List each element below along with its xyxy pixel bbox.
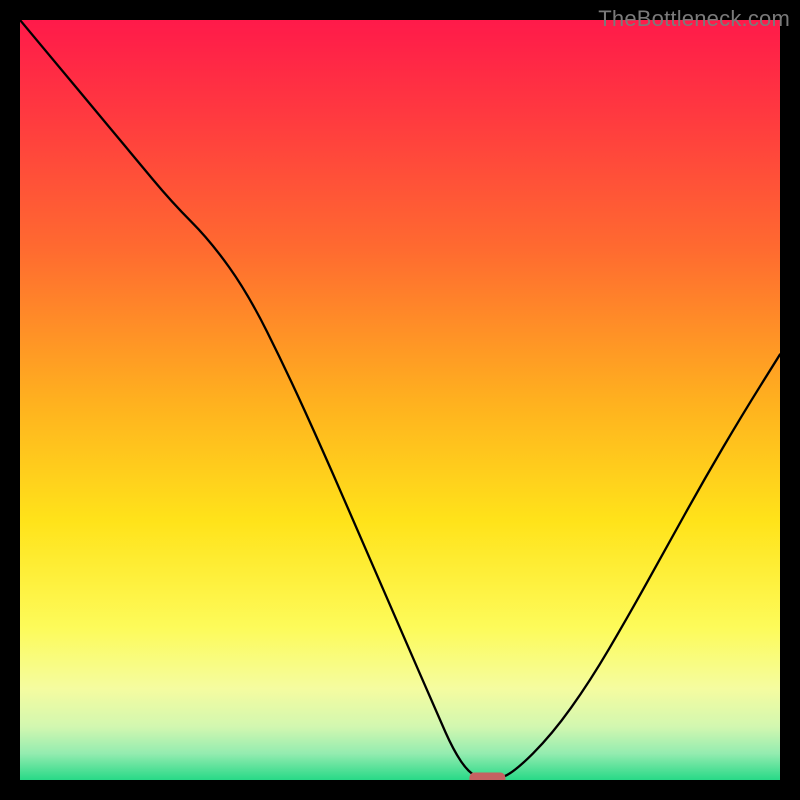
bottleneck-plot-svg <box>20 20 780 780</box>
gradient-background <box>20 20 780 780</box>
chart-container: TheBottleneck.com <box>0 0 800 800</box>
plot-area <box>20 20 780 780</box>
optimal-marker <box>469 773 505 781</box>
watermark-label: TheBottleneck.com <box>598 6 790 32</box>
